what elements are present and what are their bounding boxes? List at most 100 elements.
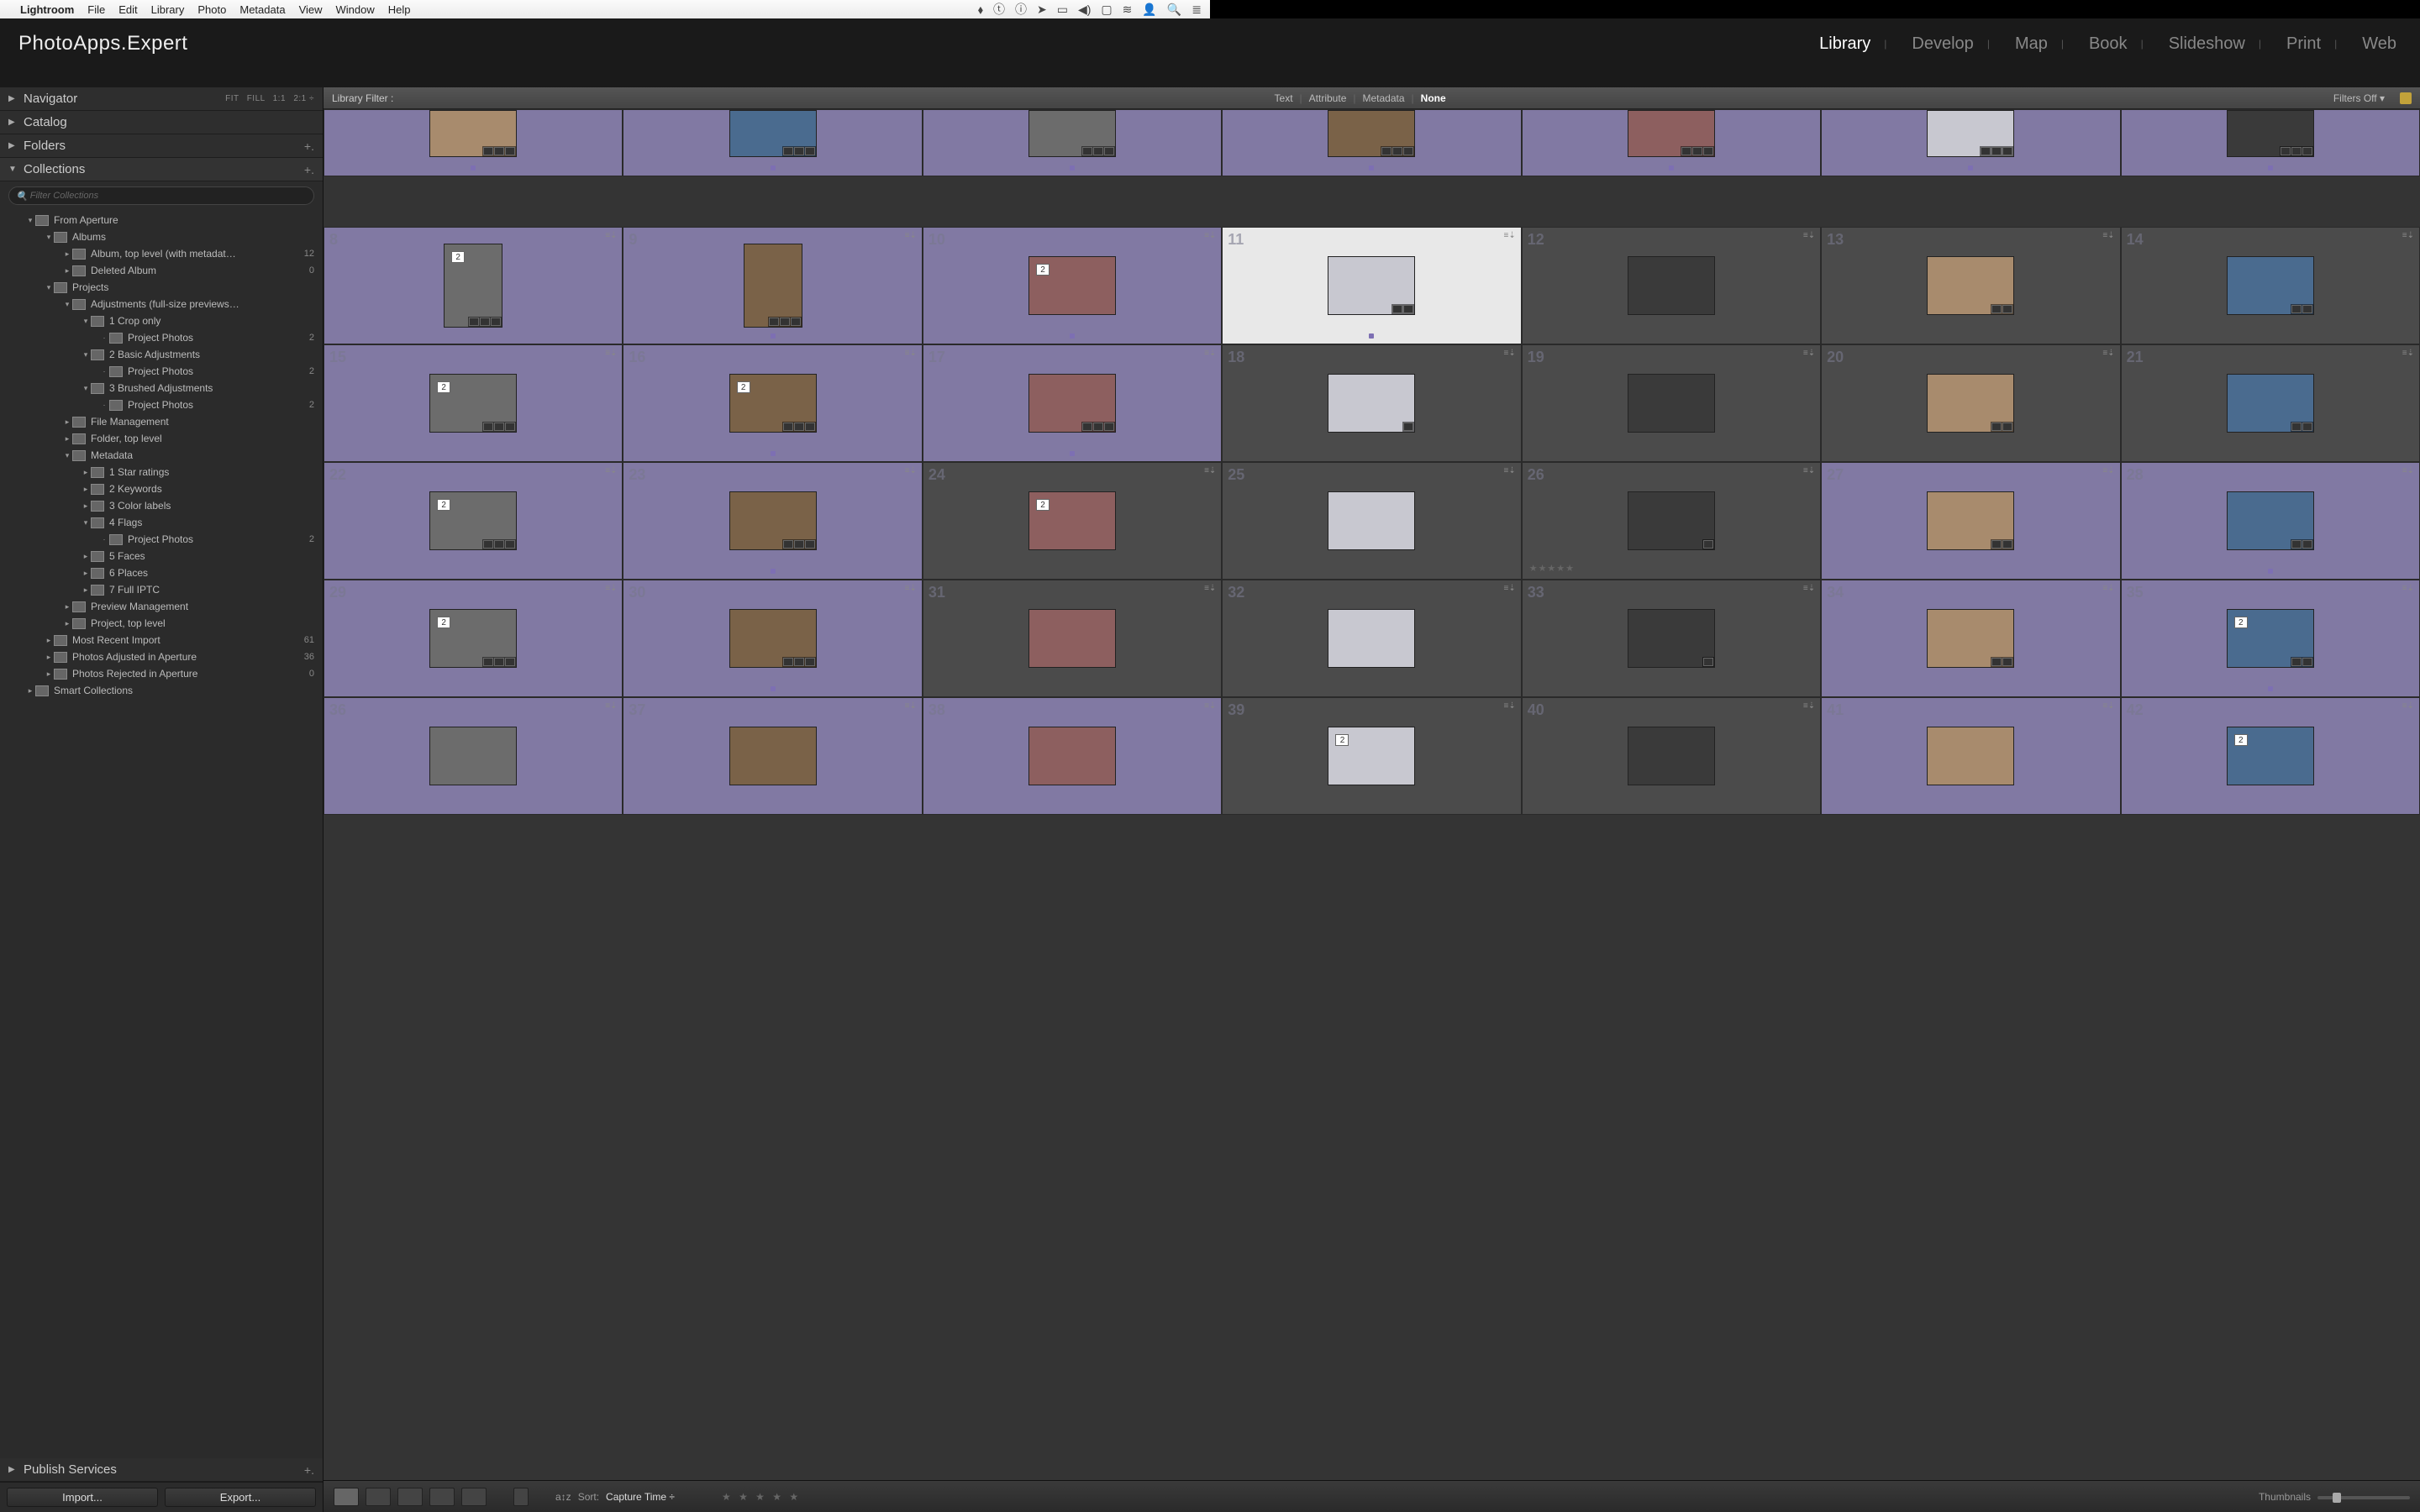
tree-row[interactable]: ▸Deleted Album0 [0,262,323,279]
thumbnail[interactable] [1628,609,1715,668]
grid-cell[interactable]: 41≡⇣ [1821,697,2120,815]
grid-cell[interactable]: 9≡⇣ [623,227,922,344]
module-develop[interactable]: Develop [1907,34,1978,54]
sort-handle-icon[interactable]: ≡⇣ [2102,701,2114,711]
sort-handle-icon[interactable]: ≡⇣ [905,349,917,358]
grid-cell[interactable]: 23≡⇣ [623,462,922,580]
module-book[interactable]: Book [2084,34,2133,54]
disclosure-icon[interactable]: ▾ [81,317,91,326]
grid-cell[interactable]: 37≡⇣ [623,697,922,815]
disclosure-icon[interactable]: ▸ [62,619,72,628]
tree-row[interactable]: ▾3 Brushed Adjustments [0,380,323,396]
sort-handle-icon[interactable]: ≡⇣ [1503,466,1515,475]
grid-cell[interactable]: 34≡⇣ [1821,580,2120,697]
sort-handle-icon[interactable]: ≡⇣ [2102,466,2114,475]
thumbnail[interactable] [1328,609,1415,668]
plus-icon[interactable]: +. [304,163,314,176]
grid-cell[interactable]: 36≡⇣ [324,697,623,815]
grid-cell[interactable]: 28≡⇣ [2121,462,2420,580]
disclosure-icon[interactable]: ▸ [81,585,91,595]
thumbnail[interactable] [1328,491,1415,550]
grid-cell[interactable]: 27≡⇣ [1821,462,2120,580]
disclosure-icon[interactable]: ▾ [25,216,35,225]
stack-badge[interactable]: 2 [451,251,465,263]
stack-badge[interactable]: 2 [1335,734,1349,746]
tree-row[interactable]: ▾Albums [0,228,323,245]
sort-handle-icon[interactable]: ≡⇣ [1204,584,1216,593]
sort-handle-icon[interactable]: ≡⇣ [605,584,617,593]
stack-badge[interactable]: 2 [437,381,450,393]
plus-icon[interactable]: +. [304,139,314,153]
grid-cell[interactable] [1522,109,1821,176]
thumbnail[interactable] [1927,256,2014,315]
thumbnail[interactable] [744,244,802,328]
grid-cell[interactable]: 29≡⇣2 [324,580,623,697]
thumbnail[interactable] [1927,374,2014,433]
disclosure-icon[interactable]: ▸ [62,249,72,259]
collections-header[interactable]: ▼ Collections +. [0,158,323,181]
thumbnail[interactable]: 2 [429,609,517,668]
disclosure-icon[interactable]: ▾ [81,518,91,528]
grid-cell[interactable]: 15≡⇣2 [324,344,623,462]
thumbnail[interactable]: 2 [444,244,502,328]
info-icon[interactable]: ⓘ [1015,1,1027,18]
thumbnail-grid[interactable]: 8≡⇣29≡⇣10≡⇣211≡⇣12≡⇣13≡⇣14≡⇣15≡⇣216≡⇣217… [324,109,2420,1480]
disclosure-icon[interactable]: ▸ [44,636,54,645]
disclosure-icon[interactable]: ▾ [81,350,91,360]
grid-cell[interactable]: 24≡⇣2 [923,462,1222,580]
grid-cell[interactable]: 30≡⇣ [623,580,922,697]
thumbnail[interactable] [1328,256,1415,315]
thumbnail[interactable] [729,609,817,668]
grid-cell[interactable]: 13≡⇣ [1821,227,2120,344]
airplay-icon[interactable]: ▢ [1101,3,1112,17]
grid-cell[interactable] [1821,109,2120,176]
menu-metadata[interactable]: Metadata [239,3,285,16]
list-icon[interactable]: ≣ [1192,3,1202,17]
disclosure-icon[interactable]: ▸ [81,468,91,477]
disclosure-icon[interactable]: ▸ [62,266,72,276]
thumbnail[interactable]: 2 [2227,609,2314,668]
import-button[interactable]: Import... [7,1488,158,1507]
thumbnail-size-slider[interactable] [2317,1496,2410,1499]
disclosure-icon[interactable]: ▸ [81,501,91,511]
sort-handle-icon[interactable]: ≡⇣ [905,231,917,240]
tree-row[interactable]: ▾From Aperture [0,212,323,228]
sort-handle-icon[interactable]: ≡⇣ [1803,466,1815,475]
grid-cell[interactable]: 26≡⇣★★★★★ [1522,462,1821,580]
thumbnail[interactable] [1628,256,1715,315]
tree-row[interactable]: ▸6 Places [0,564,323,581]
dropbox-icon[interactable]: ⬧ [978,3,983,17]
grid-cell[interactable]: 10≡⇣2 [923,227,1222,344]
export-button[interactable]: Export... [165,1488,316,1507]
disclosure-icon[interactable]: ▾ [81,384,91,393]
tree-row[interactable]: ·Project Photos2 [0,531,323,548]
sort-handle-icon[interactable]: ≡⇣ [2402,231,2414,240]
survey-view-button[interactable] [429,1488,455,1506]
publish-header[interactable]: ▶ Publish Services +. [0,1458,323,1482]
filter-metadata[interactable]: Metadata [1363,92,1405,104]
loupe-view-button[interactable] [366,1488,391,1506]
tree-row[interactable]: ▸Folder, top level [0,430,323,447]
sort-handle-icon[interactable]: ≡⇣ [605,701,617,711]
grid-cell[interactable]: 40≡⇣ [1522,697,1821,815]
sort-handle-icon[interactable]: ≡⇣ [1204,466,1216,475]
thumbnail[interactable] [1628,491,1715,550]
disclosure-icon[interactable]: · [99,367,109,375]
filter-attribute[interactable]: Attribute [1309,92,1347,104]
stack-badge[interactable]: 2 [2234,734,2248,746]
thumbnail[interactable] [1927,727,2014,785]
thumbnail[interactable]: 2 [429,491,517,550]
sort-handle-icon[interactable]: ≡⇣ [1503,231,1515,240]
filter-none[interactable]: None [1421,92,1446,104]
thumbnail[interactable]: 2 [729,374,817,433]
navigator-zoom-opts[interactable]: FIT FILL 1:1 2:1 ÷ [220,94,314,103]
sort-handle-icon[interactable]: ≡⇣ [2102,349,2114,358]
thumbnail[interactable] [1028,374,1116,433]
te-icon[interactable]: ⓣ [993,1,1005,18]
grid-cell[interactable]: 19≡⇣ [1522,344,1821,462]
spotlight-icon[interactable]: 🔍 [1167,3,1181,17]
tree-row[interactable]: ·Project Photos2 [0,329,323,346]
disclosure-icon[interactable]: ▸ [62,602,72,612]
sort-handle-icon[interactable]: ≡⇣ [1803,584,1815,593]
disclosure-icon[interactable]: ▸ [62,417,72,427]
